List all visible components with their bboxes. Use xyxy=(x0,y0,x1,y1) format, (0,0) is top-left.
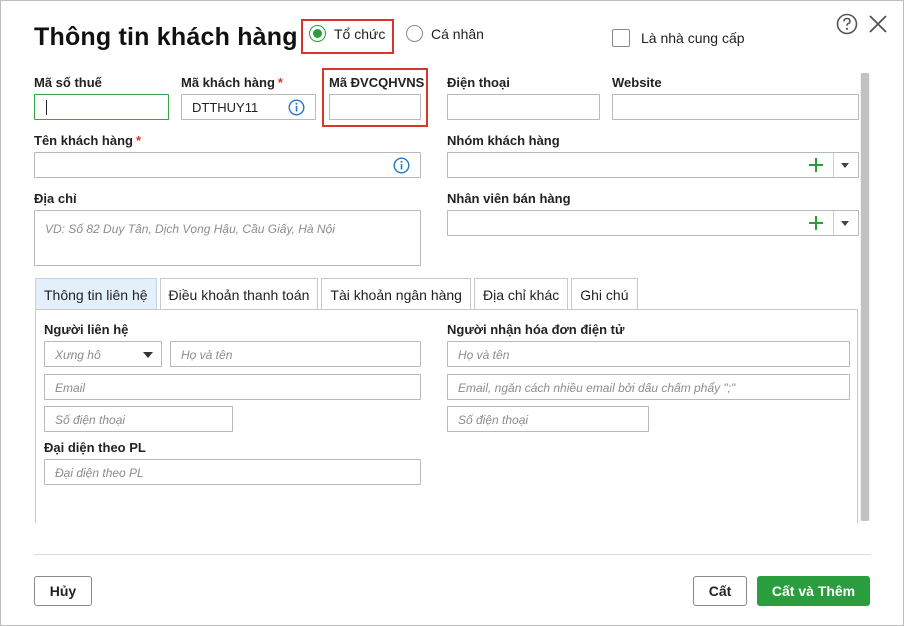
chevron-down-icon[interactable] xyxy=(841,163,849,168)
required-mark: * xyxy=(135,133,142,148)
radio-organization-indicator[interactable] xyxy=(309,25,326,42)
contact-fullname-input[interactable]: Họ và tên xyxy=(170,341,421,367)
supplier-checkbox-label: Là nhà cung cấp xyxy=(641,30,745,46)
info-icon[interactable] xyxy=(393,157,410,174)
customer-info-dialog: Thông tin khách hàng Tổ chức Cá nhân Là … xyxy=(0,0,904,626)
tab-notes[interactable]: Ghi chú xyxy=(571,278,638,309)
info-icon[interactable] xyxy=(288,99,305,116)
budget-unit-code-input[interactable] xyxy=(329,94,421,120)
customer-code-label: Mã khách hàng * xyxy=(181,75,283,90)
address-textarea[interactable]: VD: Số 82 Duy Tân, Dịch Vọng Hậu, Cầu Gi… xyxy=(34,210,421,266)
salutation-select[interactable]: Xưng hô xyxy=(44,341,162,367)
phone-input[interactable] xyxy=(447,94,600,120)
scrollbar-thumb[interactable] xyxy=(861,73,869,521)
radio-organization-label: Tổ chức xyxy=(334,25,386,42)
tab-payment-terms[interactable]: Điều khoản thanh toán xyxy=(159,278,319,309)
einvoice-fullname-input[interactable]: Họ và tên xyxy=(447,341,850,367)
save-and-add-button[interactable]: Cất và Thêm xyxy=(757,576,870,606)
tab-other-addresses[interactable]: Địa chỉ khác xyxy=(473,278,569,309)
radio-individual-label: Cá nhân xyxy=(431,25,484,42)
radio-individual[interactable]: Cá nhân xyxy=(406,25,484,42)
einvoice-email-input[interactable]: Email, ngăn cách nhiều email bởi dấu chấ… xyxy=(447,374,850,400)
sales-staff-label: Nhân viên bán hàng xyxy=(447,191,571,206)
combo-separator xyxy=(833,211,834,235)
salutation-placeholder: Xưng hô xyxy=(55,348,101,362)
contact-phone-placeholder: Số điện thoại xyxy=(55,413,126,427)
text-caret xyxy=(46,100,47,115)
tab-bar: Thông tin liên hệ Điều khoản thanh toán … xyxy=(35,278,638,309)
customer-name-label-text: Tên khách hàng xyxy=(34,133,133,148)
tab-contact-info[interactable]: Thông tin liên hệ xyxy=(35,278,157,309)
dialog-title: Thông tin khách hàng xyxy=(34,23,298,51)
phone-label: Điện thoại xyxy=(447,75,510,90)
combo-separator xyxy=(833,153,834,177)
save-button[interactable]: Cất xyxy=(693,576,747,606)
chevron-down-icon[interactable] xyxy=(841,221,849,226)
supplier-checkbox[interactable]: Là nhà cung cấp xyxy=(612,29,745,47)
contact-person-label: Người liên hệ xyxy=(44,322,129,337)
customer-code-input[interactable]: DTTHUY11 xyxy=(181,94,316,120)
address-label: Địa chỉ xyxy=(34,191,77,206)
footer-divider xyxy=(34,554,871,555)
cancel-button[interactable]: Hủy xyxy=(34,576,92,606)
legal-rep-label: Đại diện theo PL xyxy=(44,440,146,455)
einvoice-fullname-placeholder: Họ và tên xyxy=(458,348,510,362)
vertical-scrollbar[interactable] xyxy=(860,73,870,521)
sales-staff-combo[interactable] xyxy=(447,210,859,236)
help-icon[interactable] xyxy=(836,13,858,35)
customer-group-combo[interactable] xyxy=(447,152,859,178)
customer-code-value: DTTHUY11 xyxy=(192,100,259,115)
address-placeholder: VD: Số 82 Duy Tân, Dịch Vọng Hậu, Cầu Gi… xyxy=(45,222,335,236)
contact-email-input[interactable]: Email xyxy=(44,374,421,400)
customer-group-label: Nhóm khách hàng xyxy=(447,133,560,148)
tax-code-input[interactable] xyxy=(34,94,169,120)
supplier-checkbox-box[interactable] xyxy=(612,29,630,47)
tax-code-label: Mã số thuế xyxy=(34,75,102,90)
legal-rep-placeholder: Đại diện theo PL xyxy=(55,466,144,480)
einvoice-phone-input[interactable]: Số điện thoại xyxy=(447,406,649,432)
einvoice-receiver-label: Người nhận hóa đơn điện tử xyxy=(447,322,625,337)
contact-fullname-placeholder: Họ và tên xyxy=(181,348,233,362)
contact-phone-input[interactable]: Số điện thoại xyxy=(44,406,233,432)
radio-individual-indicator[interactable] xyxy=(406,25,423,42)
chevron-down-icon xyxy=(143,352,153,358)
customer-name-input[interactable] xyxy=(34,152,421,178)
customer-code-label-text: Mã khách hàng xyxy=(181,75,275,90)
required-mark: * xyxy=(277,75,283,90)
customer-name-label: Tên khách hàng * xyxy=(34,133,141,148)
website-label: Website xyxy=(612,75,662,90)
legal-rep-input[interactable]: Đại diện theo PL xyxy=(44,459,421,485)
website-input[interactable] xyxy=(612,94,859,120)
plus-icon[interactable] xyxy=(805,212,827,234)
einvoice-phone-placeholder: Số điện thoại xyxy=(458,413,529,427)
einvoice-email-placeholder: Email, ngăn cách nhiều email bởi dấu chấ… xyxy=(458,381,736,395)
contact-email-placeholder: Email xyxy=(55,381,86,395)
plus-icon[interactable] xyxy=(805,154,827,176)
close-icon[interactable] xyxy=(867,13,889,35)
radio-organization[interactable]: Tổ chức xyxy=(309,25,385,42)
tab-bank-accounts[interactable]: Tài khoản ngân hàng xyxy=(321,278,471,309)
